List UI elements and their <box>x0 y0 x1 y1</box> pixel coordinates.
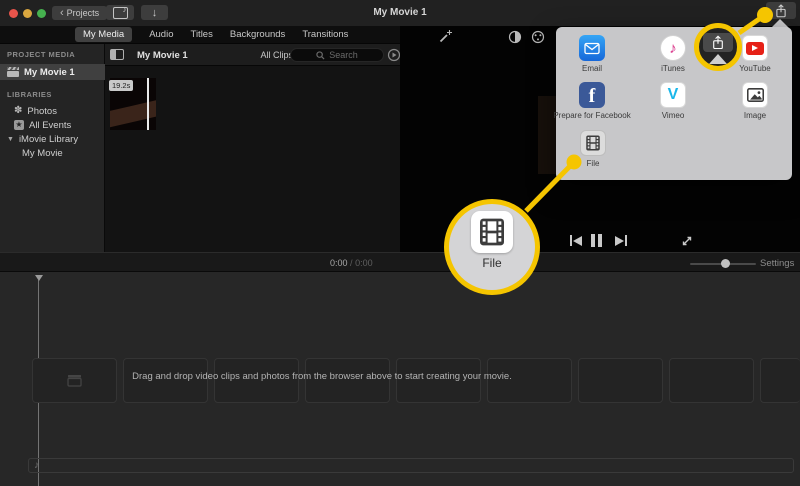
file-filmstrip-icon <box>580 130 606 156</box>
sidebar-toggle-icon[interactable] <box>110 49 124 60</box>
zoom-slider-thumb[interactable] <box>721 259 730 268</box>
timeline-hint-text: Drag and drop video clips and photos fro… <box>92 371 552 382</box>
sidebar-item-photos[interactable]: ✽ Photos <box>14 104 57 118</box>
file-option-callout-circle: File <box>444 199 540 295</box>
time-current: 0:00 <box>330 258 348 268</box>
tab-my-media[interactable]: My Media <box>75 27 132 42</box>
color-balance-icon[interactable] <box>508 30 522 44</box>
share-icon <box>775 4 787 18</box>
time-total: 0:00 <box>355 258 373 268</box>
libraries-sidebar: PROJECT MEDIA My Movie 1 LIBRARIES ✽ Pho… <box>0 44 105 252</box>
itunes-icon: ♪ <box>660 35 686 61</box>
magnified-popup-anchor <box>709 54 727 64</box>
share-option-image[interactable]: Image <box>710 82 800 120</box>
search-icon <box>316 51 325 60</box>
clip-filter-dropdown[interactable]: All Clips <box>247 50 293 60</box>
clock-filter-icon[interactable] <box>387 48 401 62</box>
share-button-callout-circle <box>694 23 742 71</box>
media-tabs: My Media Audio Titles Backgrounds Transi… <box>0 26 400 44</box>
star-icon: ★ <box>14 120 24 130</box>
browser-title: My Movie 1 <box>137 50 188 61</box>
search-placeholder: Search <box>329 50 358 60</box>
pause-icon <box>598 234 602 247</box>
playback-time: 0:00 / 0:00 <box>330 258 373 268</box>
project-media-header: PROJECT MEDIA <box>7 50 75 59</box>
share-button[interactable] <box>766 2 796 19</box>
clip-divider <box>147 78 149 130</box>
sidebar-item-label: iMovie Library <box>19 134 78 145</box>
vimeo-icon: V <box>660 82 686 108</box>
clapperboard-icon <box>7 67 19 77</box>
next-icon <box>615 236 624 246</box>
share-option-email[interactable]: Email <box>547 35 637 73</box>
next-frame-button[interactable] <box>615 235 627 246</box>
sidebar-item-label: All Events <box>29 120 71 131</box>
share-option-file[interactable]: File <box>548 130 638 168</box>
disclosure-triangle-icon: ▼ <box>7 136 14 143</box>
sidebar-item-my-movie-1[interactable]: My Movie 1 <box>0 64 105 80</box>
tab-titles[interactable]: Titles <box>191 29 213 40</box>
clip-placeholder-icon <box>67 374 83 387</box>
imovie-window: ‹ Projects ♪ ↓ My Movie 1 My Media Audio… <box>0 0 800 486</box>
email-icon <box>579 35 605 61</box>
music-note-icon: ♪ <box>34 460 39 471</box>
video-frame-content <box>110 99 156 128</box>
magnified-file-filmstrip-icon <box>471 211 513 253</box>
timeline-dropzone[interactable]: Drag and drop video clips and photos fro… <box>0 272 800 486</box>
clip-placeholder <box>760 358 800 403</box>
fullscreen-button[interactable] <box>680 234 694 248</box>
photos-flower-icon: ✽ <box>14 106 22 116</box>
share-option-facebook[interactable]: f Prepare for Facebook <box>547 82 637 120</box>
sidebar-item-label: My Movie <box>22 148 63 159</box>
pause-button[interactable] <box>591 234 602 247</box>
youtube-icon <box>742 35 768 61</box>
tab-audio[interactable]: Audio <box>149 29 173 40</box>
sidebar-item-all-events[interactable]: ★ All Events <box>14 118 71 132</box>
timeline-settings-button[interactable]: Settings <box>760 258 794 269</box>
playhead-handle[interactable] <box>35 275 43 281</box>
image-icon <box>742 82 768 108</box>
clip-placeholder <box>578 358 663 403</box>
facebook-icon: f <box>579 82 605 108</box>
enhance-wand-icon[interactable] <box>438 29 453 44</box>
window-title: My Movie 1 <box>0 7 800 18</box>
sidebar-item-label: Photos <box>27 106 57 117</box>
sidebar-item-label: My Movie 1 <box>24 67 75 78</box>
previous-icon <box>573 236 582 246</box>
clip-placeholder <box>669 358 754 403</box>
tab-transitions[interactable]: Transitions <box>302 29 348 40</box>
sidebar-item-my-movie[interactable]: My Movie <box>22 146 63 160</box>
media-browser: 19.2s <box>105 66 400 252</box>
libraries-header: LIBRARIES <box>7 90 52 99</box>
share-option-vimeo[interactable]: V Vimeo <box>628 82 718 120</box>
share-menu-popup: Email ♪ iTunes YouTube f Prepare for Fac… <box>556 27 792 180</box>
sidebar-item-imovie-library[interactable]: ▼ iMovie Library <box>7 132 78 146</box>
audio-track-placeholder: ♪ <box>28 458 794 473</box>
clip-duration-badge: 19.2s <box>109 80 133 91</box>
browser-header: My Movie 1 All Clips Search <box>105 44 400 66</box>
titlebar: ‹ Projects ♪ ↓ My Movie 1 <box>0 0 800 27</box>
previous-frame-button[interactable] <box>570 235 582 246</box>
magnified-share-button <box>703 33 733 52</box>
tab-backgrounds[interactable]: Backgrounds <box>230 29 285 40</box>
timeline-header-bar: 0:00 / 0:00 Settings <box>0 252 800 272</box>
share-icon <box>712 35 724 50</box>
search-input[interactable]: Search <box>290 48 384 62</box>
magnified-file-label: File <box>449 256 535 270</box>
color-palette-icon[interactable] <box>531 30 545 44</box>
